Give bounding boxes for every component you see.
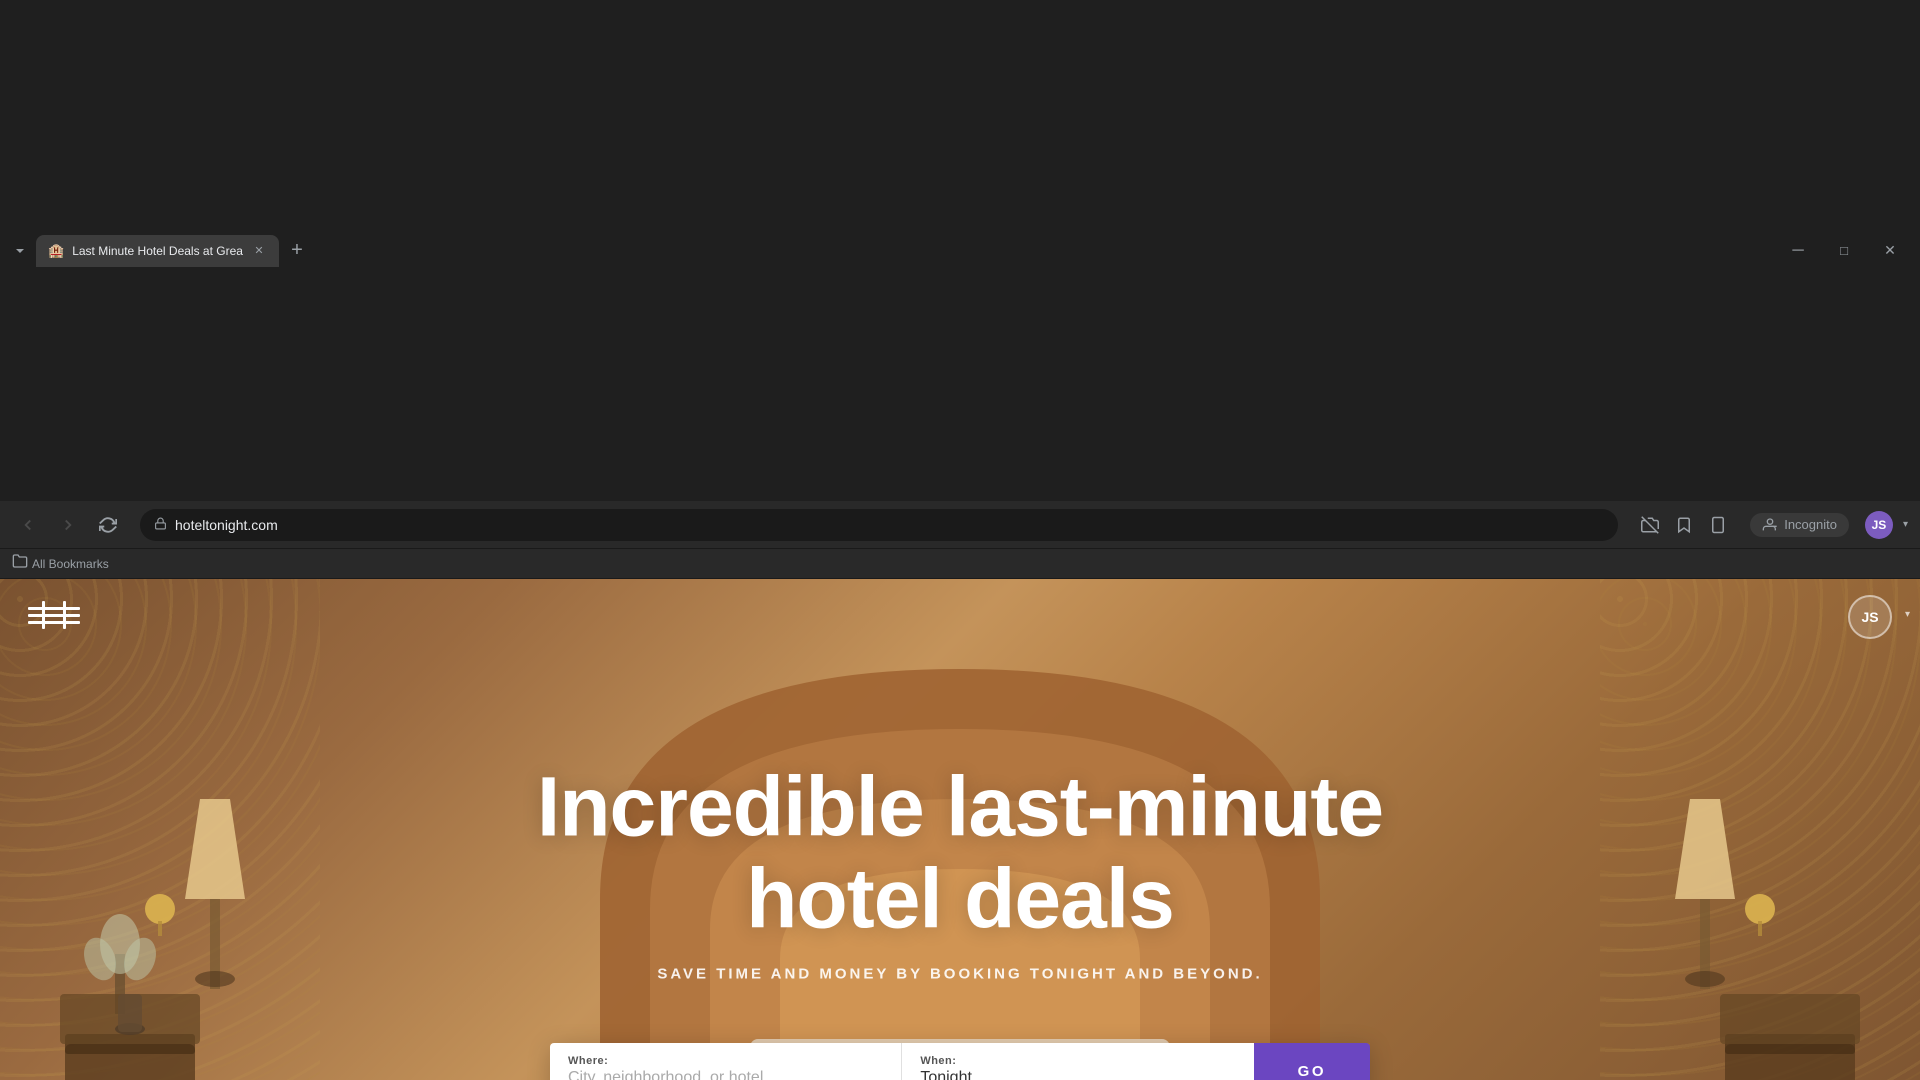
search-form: Where: City, neighborhood, or hotel When… (550, 1043, 1370, 1080)
bookmark-button[interactable] (1668, 509, 1700, 541)
address-lock-icon (154, 517, 167, 533)
hero-subtext: SAVE TIME AND MONEY BY BOOKING TONIGHT A… (500, 965, 1420, 982)
toolbar-actions (1634, 509, 1734, 541)
hero-profile-button[interactable]: JS (1848, 595, 1892, 639)
profile-avatar[interactable]: JS (1865, 511, 1893, 539)
tab-title: Last Minute Hotel Deals at Grea (72, 244, 243, 258)
website-content: JS ▾ Incredible last-minute hotel deals … (0, 579, 1920, 1080)
browser-frame: 🏨 Last Minute Hotel Deals at Grea ✕ + ─ … (0, 0, 1920, 1080)
where-placeholder: City, neighborhood, or hotel (568, 1069, 883, 1080)
sconce-left (140, 889, 180, 944)
active-tab[interactable]: 🏨 Last Minute Hotel Deals at Grea ✕ (36, 235, 279, 267)
minimize-button[interactable]: ─ (1776, 236, 1820, 266)
browser-toolbar: hoteltonight.com Incognito JS ▾ (0, 501, 1920, 549)
window-controls: ─ □ ✕ (1776, 236, 1912, 266)
refresh-button[interactable] (92, 509, 124, 541)
tab-dropdown-button[interactable] (8, 237, 32, 265)
tab-favicon: 🏨 (48, 243, 64, 259)
nightstand-right (1720, 994, 1860, 1080)
nightstand-left (60, 994, 200, 1080)
hero-headline: Incredible last-minute hotel deals (500, 760, 1420, 945)
all-bookmarks-label[interactable]: All Bookmarks (32, 557, 109, 571)
when-label: When: (920, 1055, 1235, 1067)
camera-off-button[interactable] (1634, 509, 1666, 541)
hero-profile-dropdown[interactable]: ▾ (1905, 609, 1910, 620)
address-text: hoteltonight.com (175, 517, 1604, 533)
go-button[interactable]: GO (1254, 1043, 1370, 1080)
maximize-button[interactable]: □ (1822, 236, 1866, 266)
tab-bar: 🏨 Last Minute Hotel Deals at Grea ✕ + ─ … (0, 0, 1920, 501)
where-label: Where: (568, 1055, 883, 1067)
incognito-label: Incognito (1784, 517, 1837, 532)
bookmarks-bar: All Bookmarks (0, 549, 1920, 579)
close-window-button[interactable]: ✕ (1868, 236, 1912, 266)
sconce-right (1740, 889, 1780, 944)
where-field[interactable]: Where: City, neighborhood, or hotel (550, 1043, 902, 1080)
profile-dropdown-icon[interactable]: ▾ (1903, 519, 1908, 530)
address-bar[interactable]: hoteltonight.com (140, 509, 1618, 541)
device-view-button[interactable] (1702, 509, 1734, 541)
hero-section: JS ▾ Incredible last-minute hotel deals … (0, 579, 1920, 1080)
forward-button[interactable] (52, 509, 84, 541)
when-value: Tonight (920, 1069, 1235, 1080)
incognito-badge[interactable]: Incognito (1750, 513, 1849, 537)
site-logo[interactable] (28, 601, 80, 634)
new-tab-button[interactable]: + (283, 237, 311, 265)
bookmarks-folder-icon (12, 553, 28, 574)
hero-content: Incredible last-minute hotel deals SAVE … (500, 760, 1420, 982)
back-button[interactable] (12, 509, 44, 541)
when-field[interactable]: When: Tonight (902, 1043, 1253, 1080)
tab-close-button[interactable]: ✕ (251, 243, 267, 259)
